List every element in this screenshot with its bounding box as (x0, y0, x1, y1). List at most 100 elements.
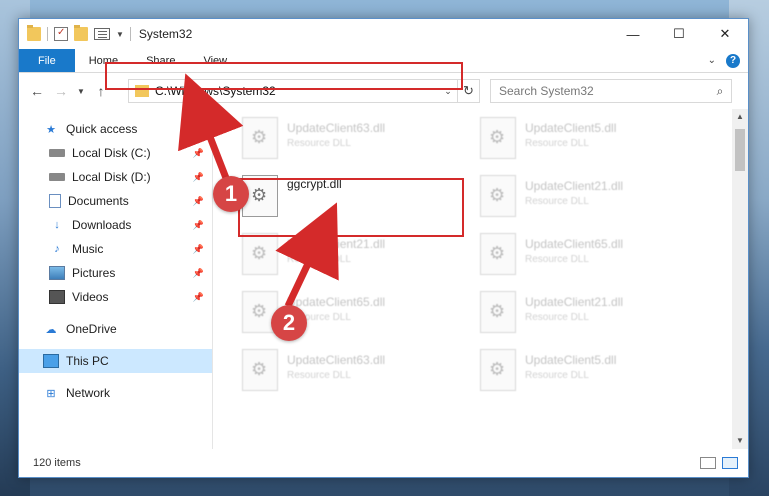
file-item[interactable]: UpdateClient63.dll Resource DLL (242, 117, 472, 167)
step-2-badge: 2 (271, 305, 307, 341)
view-options-icon[interactable] (94, 28, 110, 40)
divider (129, 27, 131, 41)
pin-icon[interactable]: 📌 (193, 196, 204, 207)
sidebar-item-downloads[interactable]: ↓ Downloads 📌 (19, 213, 212, 237)
sidebar-item-network[interactable]: ⊞ Network (19, 381, 212, 405)
quick-access-toolbar: ▼ (19, 19, 131, 49)
navigation-bar: ← → ▼ ↑ C:\Windows\System32 ⌄ ↻ Search S… (19, 73, 748, 109)
file-name: UpdateClient63.dll (287, 353, 386, 367)
scrollbar-thumb[interactable] (735, 129, 745, 171)
file-item[interactable]: UpdateClient63.dll Resource DLL (242, 349, 472, 399)
sidebar-item-music[interactable]: ♪ Music 📌 (19, 237, 212, 261)
details-view-icon[interactable] (700, 457, 716, 469)
scroll-up-icon[interactable]: ▲ (732, 109, 748, 125)
file-name: UpdateClient21.dll (525, 295, 624, 309)
ribbon-tabs: File Home Share View ⌄ ? (19, 49, 748, 73)
address-path[interactable]: C:\Windows\System32 (155, 84, 439, 98)
sidebar-item-label: OneDrive (66, 322, 117, 336)
minimize-button[interactable]: — (610, 19, 656, 49)
sidebar-item-this-pc[interactable]: This PC (19, 349, 212, 373)
pin-icon[interactable]: 📌 (193, 172, 204, 183)
file-item[interactable]: UpdateClient21.dll Resource DLL (480, 175, 710, 225)
chevron-down-icon[interactable]: ⌄ (708, 55, 716, 66)
title-bar: ▼ System32 — ☐ ✕ (19, 19, 748, 49)
help-icon[interactable]: ? (726, 53, 740, 68)
recent-locations-icon[interactable]: ▼ (75, 87, 87, 96)
file-type: Resource DLL (525, 138, 589, 149)
file-item[interactable]: UpdateClient5.dll Resource DLL (480, 349, 710, 399)
close-button[interactable]: ✕ (702, 19, 748, 49)
search-input[interactable]: Search System32 ⌕ (490, 79, 732, 103)
sidebar-item-local-disk-d[interactable]: Local Disk (D:) 📌 (19, 165, 212, 189)
sidebar-item-pictures[interactable]: Pictures 📌 (19, 261, 212, 285)
star-icon: ★ (46, 123, 56, 136)
scroll-down-icon[interactable]: ▼ (732, 433, 748, 449)
window-controls: — ☐ ✕ (610, 19, 748, 49)
file-name: UpdateClient65.dll (525, 237, 624, 251)
tab-home[interactable]: Home (75, 49, 132, 72)
search-icon[interactable]: ⌕ (709, 84, 731, 99)
file-type: Resource DLL (287, 254, 351, 265)
sidebar-item-documents[interactable]: Documents 📌 (19, 189, 212, 213)
file-item[interactable]: UpdateClient65.dll Resource DLL (480, 233, 710, 283)
dll-file-icon (480, 291, 516, 333)
refresh-icon[interactable]: ↻ (457, 80, 479, 102)
pin-icon[interactable]: 📌 (193, 220, 204, 231)
navigation-pane: ★ Quick access Local Disk (C:) 📌 Local D… (19, 109, 213, 449)
sidebar-item-label: Downloads (72, 218, 132, 232)
file-item[interactable]: UpdateClient5.dll Resource DLL (480, 117, 710, 167)
file-item-selected[interactable]: ggcrypt.dll (242, 175, 472, 225)
file-item[interactable]: UpdateClient21.dll Resource DLL (242, 233, 472, 283)
vertical-scrollbar[interactable]: ▲ ▼ (732, 109, 748, 449)
sidebar-item-quick-access[interactable]: ★ Quick access (19, 117, 212, 141)
music-icon: ♪ (54, 243, 60, 255)
file-name: UpdateClient5.dll (525, 121, 617, 135)
tab-view[interactable]: View (189, 49, 241, 72)
file-list: UpdateClient63.dll Resource DLL UpdateCli… (224, 109, 729, 449)
chevron-down-icon[interactable]: ⌄ (439, 86, 457, 97)
view-toggle (700, 457, 748, 469)
sidebar-item-label: Documents (68, 194, 129, 208)
new-folder-icon[interactable] (74, 25, 88, 41)
customize-toolbar-icon[interactable]: ▼ (116, 30, 124, 39)
tab-file[interactable]: File (19, 49, 75, 72)
pin-icon[interactable]: 📌 (193, 244, 204, 255)
address-bar[interactable]: C:\Windows\System32 ⌄ ↻ (128, 79, 480, 103)
up-arrow-icon[interactable]: ↑ (91, 83, 111, 99)
dll-file-icon (480, 117, 516, 159)
cloud-icon: ☁ (45, 323, 57, 336)
pin-icon[interactable]: 📌 (193, 148, 204, 159)
sidebar-item-onedrive[interactable]: ☁ OneDrive (19, 317, 212, 341)
file-name: UpdateClient65.dll (287, 295, 386, 309)
maximize-button[interactable]: ☐ (656, 19, 702, 49)
computer-icon (43, 354, 59, 368)
pin-icon[interactable]: 📌 (193, 292, 204, 303)
sidebar-item-videos[interactable]: Videos 📌 (19, 285, 212, 309)
sidebar-item-local-disk-c[interactable]: Local Disk (C:) 📌 (19, 141, 212, 165)
tab-share[interactable]: Share (132, 49, 189, 72)
dll-file-icon (242, 233, 278, 275)
ribbon-right: ⌄ ? (708, 49, 748, 72)
status-bar: 120 items (19, 449, 748, 477)
sidebar-item-label: This PC (66, 354, 109, 368)
pin-icon[interactable]: 📌 (193, 268, 204, 279)
large-icons-view-icon[interactable] (722, 457, 738, 469)
drive-icon (49, 173, 65, 181)
divider (47, 27, 48, 41)
sidebar-item-label: Network (66, 386, 111, 400)
file-name: UpdateClient21.dll (525, 179, 624, 193)
pictures-icon (49, 266, 65, 280)
sidebar-item-label: Local Disk (C:) (72, 146, 151, 160)
properties-icon[interactable] (54, 27, 68, 41)
file-item[interactable]: UpdateClient21.dll Resource DLL (480, 291, 710, 341)
search-placeholder[interactable]: Search System32 (499, 84, 709, 98)
documents-icon (49, 194, 61, 208)
sidebar-item-label: Local Disk (D:) (72, 170, 151, 184)
explorer-window: ▼ System32 — ☐ ✕ File Home Share View ⌄ … (18, 18, 749, 478)
sidebar-item-label: Music (72, 242, 104, 256)
back-arrow-icon[interactable]: ← (27, 83, 47, 99)
forward-arrow-icon[interactable]: → (51, 83, 71, 99)
dll-file-icon (480, 233, 516, 275)
network-icon: ⊞ (46, 387, 56, 400)
folder-icon (135, 85, 149, 97)
